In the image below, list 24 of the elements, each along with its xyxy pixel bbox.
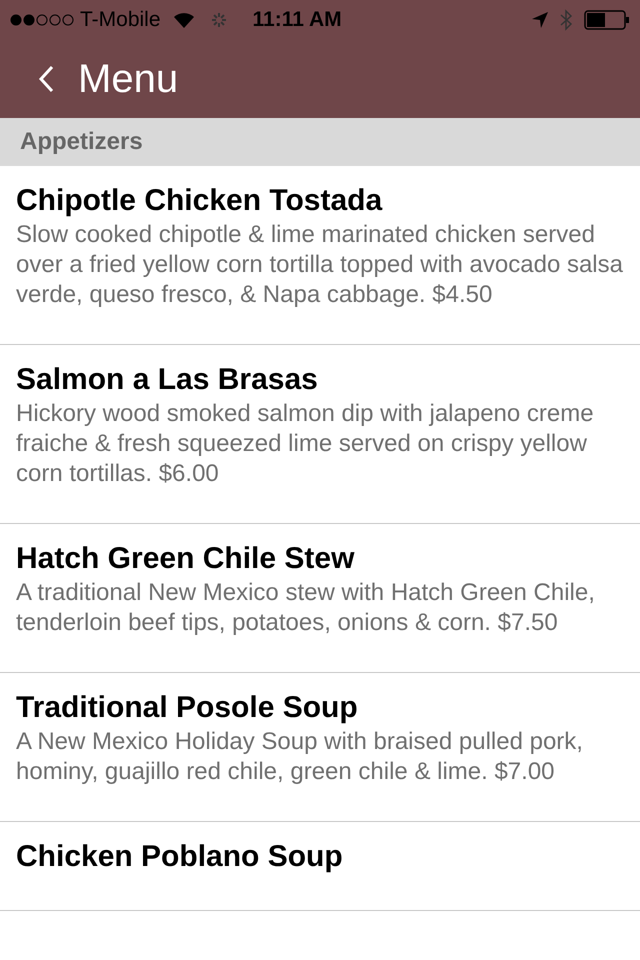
item-name: Salmon a Las Brasas <box>16 362 319 398</box>
signal-icon <box>10 14 76 26</box>
item-description: Slow cooked chipotle & lime marinated chicken served over a fried yellow corn tortilla topped with avocado salsa verde, queso fresco, & Napa cabbage. $4.50 <box>16 220 624 310</box>
menu-item[interactable]: Hatch Green Chile Stew A traditional New Mexico stew with Hatch Green Chile, tenderloin beef tips, potatoes, onions & corn. $7.50 <box>0 524 640 673</box>
location-arrow-icon <box>532 12 548 28</box>
item-description: A New Mexico Holiday Soup with braised pulled pork, hominy, guajillo red chile, green chile & lime. $7.00 <box>16 727 584 787</box>
item-name: Chicken Poblano Soup <box>16 839 344 875</box>
menu-item[interactable]: Chipotle Chicken Tostada Slow cooked chipotle & lime marinated chicken served over a fried yellow corn tortilla topped with avocado salsa verde, queso fresco, & Napa cabbage. $4.50 <box>0 166 640 345</box>
menu-item[interactable]: Traditional Posole Soup A New Mexico Holiday Soup with braised pulled pork, hominy, guajillo red chile, green chile & lime. $7.00 <box>0 673 640 822</box>
back-chevron-icon <box>38 65 54 93</box>
wifi-icon <box>172 12 195 28</box>
carrier-name: T-Mobile <box>80 7 161 34</box>
item-name: Traditional Posole Soup <box>16 690 359 726</box>
battery-icon <box>584 10 630 30</box>
item-description: A traditional New Mexico stew with Hatch Green Chile, tenderloin beef tips, potatoes, onions & corn. $7.50 <box>16 578 596 638</box>
menu-item[interactable]: Chicken Poblano Soup <box>0 822 640 911</box>
status-time: 11:11 AM <box>252 7 342 34</box>
item-description: Hickory wood smoked salmon dip with jalapeno creme fraiche & fresh squeezed lime served on crispy yellow corn tortillas. $6.00 <box>16 399 595 489</box>
item-name: Chipotle Chicken Tostada <box>16 183 384 219</box>
bluetooth-icon <box>560 9 572 31</box>
back-button[interactable]: Menu <box>38 49 178 109</box>
item-name: Hatch Green Chile Stew <box>16 541 356 577</box>
menu-item[interactable]: Salmon a Las Brasas Hickory wood smoked salmon dip with jalapeno creme fraiche & fresh squeezed lime served on crispy yellow corn tortillas. $6.00 <box>0 345 640 524</box>
section-title: Appetizers <box>20 127 143 157</box>
